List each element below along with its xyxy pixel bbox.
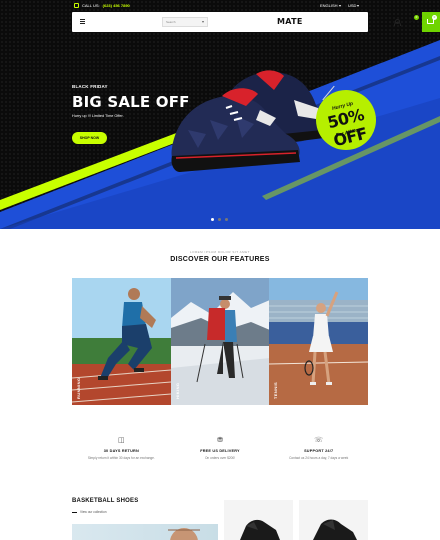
slider-pagination [211,218,228,221]
chevron-down-icon [202,21,204,23]
search-input[interactable]: Search [162,17,208,27]
wishlist-count-badge: 0 [414,15,419,20]
service-highlights: ◫ 30 DAYS RETURN Simply return it within… [72,436,368,470]
chevron-down-icon [338,4,341,7]
link-underline-decoration [72,512,77,513]
product-card[interactable] [299,500,368,540]
service-delivery: ⛃ FREE US DELIVERY On orders over $200! [171,436,270,470]
site-logo[interactable]: MATE [277,17,303,26]
feature-tiles: RUNNING HIKING TENNIS [72,278,369,405]
product-card[interactable] [224,500,293,540]
call-label: CALL US: [82,3,100,8]
feature-label-tennis: TENNIS [273,381,279,399]
basketball-section-title: BASKETBALL SHOES [72,498,139,504]
features-title: DISCOVER OUR FEATURES [170,256,270,263]
slide-dot[interactable] [218,218,221,221]
cart-button[interactable]: 0 [422,12,440,32]
shop-now-button[interactable]: SHOP NOW [72,132,107,144]
basketball-shoe-image [313,519,357,540]
phone-number[interactable]: (623) 456 7890 [103,3,130,8]
service-desc: On orders over $200! [204,456,236,460]
support-icon: ☏ [314,437,324,444]
service-title: FREE US DELIVERY [200,449,240,453]
currency-select[interactable]: USD [348,3,360,8]
hiking-image [170,278,270,405]
slide-dot[interactable] [225,218,228,221]
feature-label-hiking: HIKING [174,382,180,399]
features-eyebrow: LOREM IPSUM DOLOR SIT AMET [190,250,250,254]
gift-icon: ◫ [118,437,125,444]
view-collection-link[interactable]: View our collection [80,510,107,514]
main-header: Search MATE ♡ 0 0 [72,12,440,32]
feature-tile-running[interactable]: RUNNING [72,278,171,405]
feature-tile-tennis[interactable]: TENNIS [269,278,369,405]
top-bar: CALL US: (623) 456 7890 ENGLISH USD [72,0,368,12]
basketball-shoe-image [240,519,280,540]
service-title: 30 DAYS RETURN [103,449,139,453]
service-title: SUPPORT 24/7 [304,449,334,453]
hero-shoe-image [171,70,325,172]
cart-count-badge: 0 [432,15,437,20]
chevron-down-icon [357,4,360,7]
basketball-banner[interactable] [72,524,218,540]
slide-dot[interactable] [211,218,214,221]
truck-icon: ⛃ [217,437,223,444]
service-desc: Simply return it within 30 days for an e… [87,456,155,460]
feature-label-running: RUNNING [76,377,81,399]
service-support: ☏ SUPPORT 24/7 Contact us 24 hours a day… [269,436,368,470]
user-icon[interactable] [394,19,401,26]
phone-icon [74,3,79,8]
service-returns: ◫ 30 DAYS RETURN Simply return it within… [72,436,171,470]
call-info: CALL US: (623) 456 7890 [74,3,130,8]
running-image [72,278,171,405]
basketball-banner-image [168,528,200,540]
tennis-image [269,278,369,405]
menu-icon[interactable] [80,19,85,24]
hero-slider: CALL US: (623) 456 7890 ENGLISH USD Sear… [0,0,440,229]
language-select[interactable]: ENGLISH [320,3,341,8]
language-label: ENGLISH [320,3,338,8]
service-desc: Contact us 24 hours a day, 7 days a week [289,456,349,460]
feature-tile-hiking[interactable]: HIKING [170,278,270,405]
search-placeholder: Search [166,20,176,24]
currency-label: USD [348,3,357,8]
